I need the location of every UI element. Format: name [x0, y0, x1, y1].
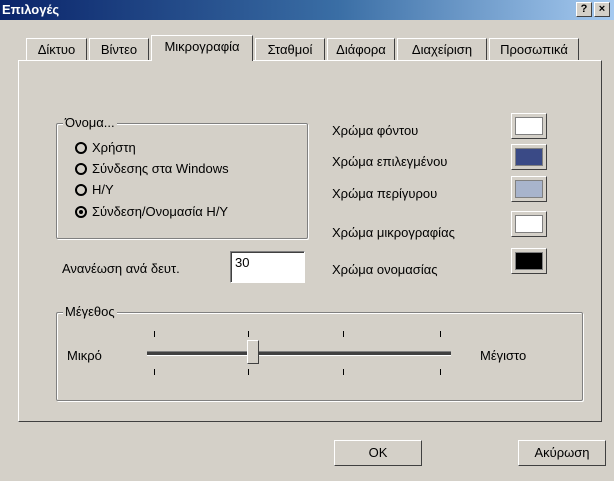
- color-label-selected: Χρώμα επιλεγμένου: [332, 154, 448, 169]
- color-label-border: Χρώμα περίγυρου: [332, 186, 438, 201]
- close-icon[interactable]: ×: [594, 2, 610, 17]
- slider-tick: [343, 331, 344, 337]
- name-group: Όνομα... Χρήστη Σύνδεσης στα Windows Η/Υ…: [56, 115, 308, 239]
- size-slider-thumb[interactable]: [247, 340, 259, 364]
- cancel-button[interactable]: Ακύρωση: [518, 440, 606, 466]
- color-swatch: [515, 148, 543, 166]
- color-button-background[interactable]: [511, 113, 547, 139]
- radio-user[interactable]: Χρήστη: [75, 140, 275, 158]
- slider-tick: [154, 331, 155, 337]
- radio-indicator-checked: [75, 206, 87, 218]
- slider-tick: [440, 331, 441, 337]
- refresh-label: Ανανέωση ανά δευτ.: [62, 261, 180, 276]
- title-bar[interactable]: Επιλογές ? ×: [0, 0, 614, 20]
- color-button-selected[interactable]: [511, 144, 547, 170]
- options-dialog: Επιλογές ? × Δίκτυο Βίντεο Μικρογραφία Σ…: [0, 0, 614, 481]
- color-button-border[interactable]: [511, 176, 547, 202]
- slider-tick: [440, 369, 441, 375]
- radio-label: Χρήστη: [92, 140, 136, 155]
- slider-tick: [248, 331, 249, 337]
- slider-min-label: Μικρό: [67, 348, 102, 363]
- radio-indicator: [75, 184, 87, 196]
- slider-tick: [343, 369, 344, 375]
- size-group-legend: Μέγεθος: [63, 304, 117, 319]
- tab-panel-thumbnail: Όνομα... Χρήστη Σύνδεσης στα Windows Η/Υ…: [18, 60, 602, 422]
- tab-video[interactable]: Βίντεο: [89, 38, 149, 60]
- slider-tick: [248, 369, 249, 375]
- color-label-thumbnail: Χρώμα μικρογραφίας: [332, 225, 455, 240]
- tab-misc[interactable]: Διάφορα: [327, 38, 395, 60]
- tab-stations[interactable]: Σταθμοί: [255, 38, 325, 60]
- color-label-caption: Χρώμα ονομασίας: [332, 262, 438, 277]
- size-group: Μέγεθος Μικρό Μέγιστο: [56, 304, 583, 401]
- radio-label: Η/Υ: [92, 182, 114, 197]
- color-button-caption[interactable]: [511, 248, 547, 274]
- name-group-legend: Όνομα...: [63, 115, 117, 130]
- tab-management[interactable]: Διαχείριση: [397, 38, 487, 60]
- slider-max-label: Μέγιστο: [480, 348, 527, 363]
- tab-personal[interactable]: Προσωπικά: [489, 38, 579, 60]
- color-swatch: [515, 252, 543, 270]
- refresh-seconds-input[interactable]: 30: [230, 251, 305, 283]
- radio-label: Σύνδεσης στα Windows: [92, 161, 229, 176]
- size-slider-track[interactable]: [147, 351, 451, 356]
- color-swatch: [515, 117, 543, 135]
- tab-thumbnail[interactable]: Μικρογραφία: [151, 35, 253, 61]
- radio-indicator: [75, 142, 87, 154]
- ok-button[interactable]: OK: [334, 440, 422, 466]
- radio-computer[interactable]: Η/Υ: [75, 182, 275, 200]
- tab-network[interactable]: Δίκτυο: [26, 38, 87, 60]
- window-title: Επιλογές: [2, 2, 60, 17]
- radio-label: Σύνδεση/Ονομασία Η/Υ: [92, 204, 229, 219]
- color-label-background: Χρώμα φόντου: [332, 123, 419, 138]
- help-icon[interactable]: ?: [576, 2, 592, 17]
- color-button-thumbnail[interactable]: [511, 211, 547, 237]
- radio-windows-login[interactable]: Σύνδεσης στα Windows: [75, 161, 275, 179]
- radio-login-computer-name[interactable]: Σύνδεση/Ονομασία Η/Υ: [75, 204, 295, 222]
- slider-tick: [154, 369, 155, 375]
- radio-indicator: [75, 163, 87, 175]
- color-swatch: [515, 180, 543, 198]
- color-swatch: [515, 215, 543, 233]
